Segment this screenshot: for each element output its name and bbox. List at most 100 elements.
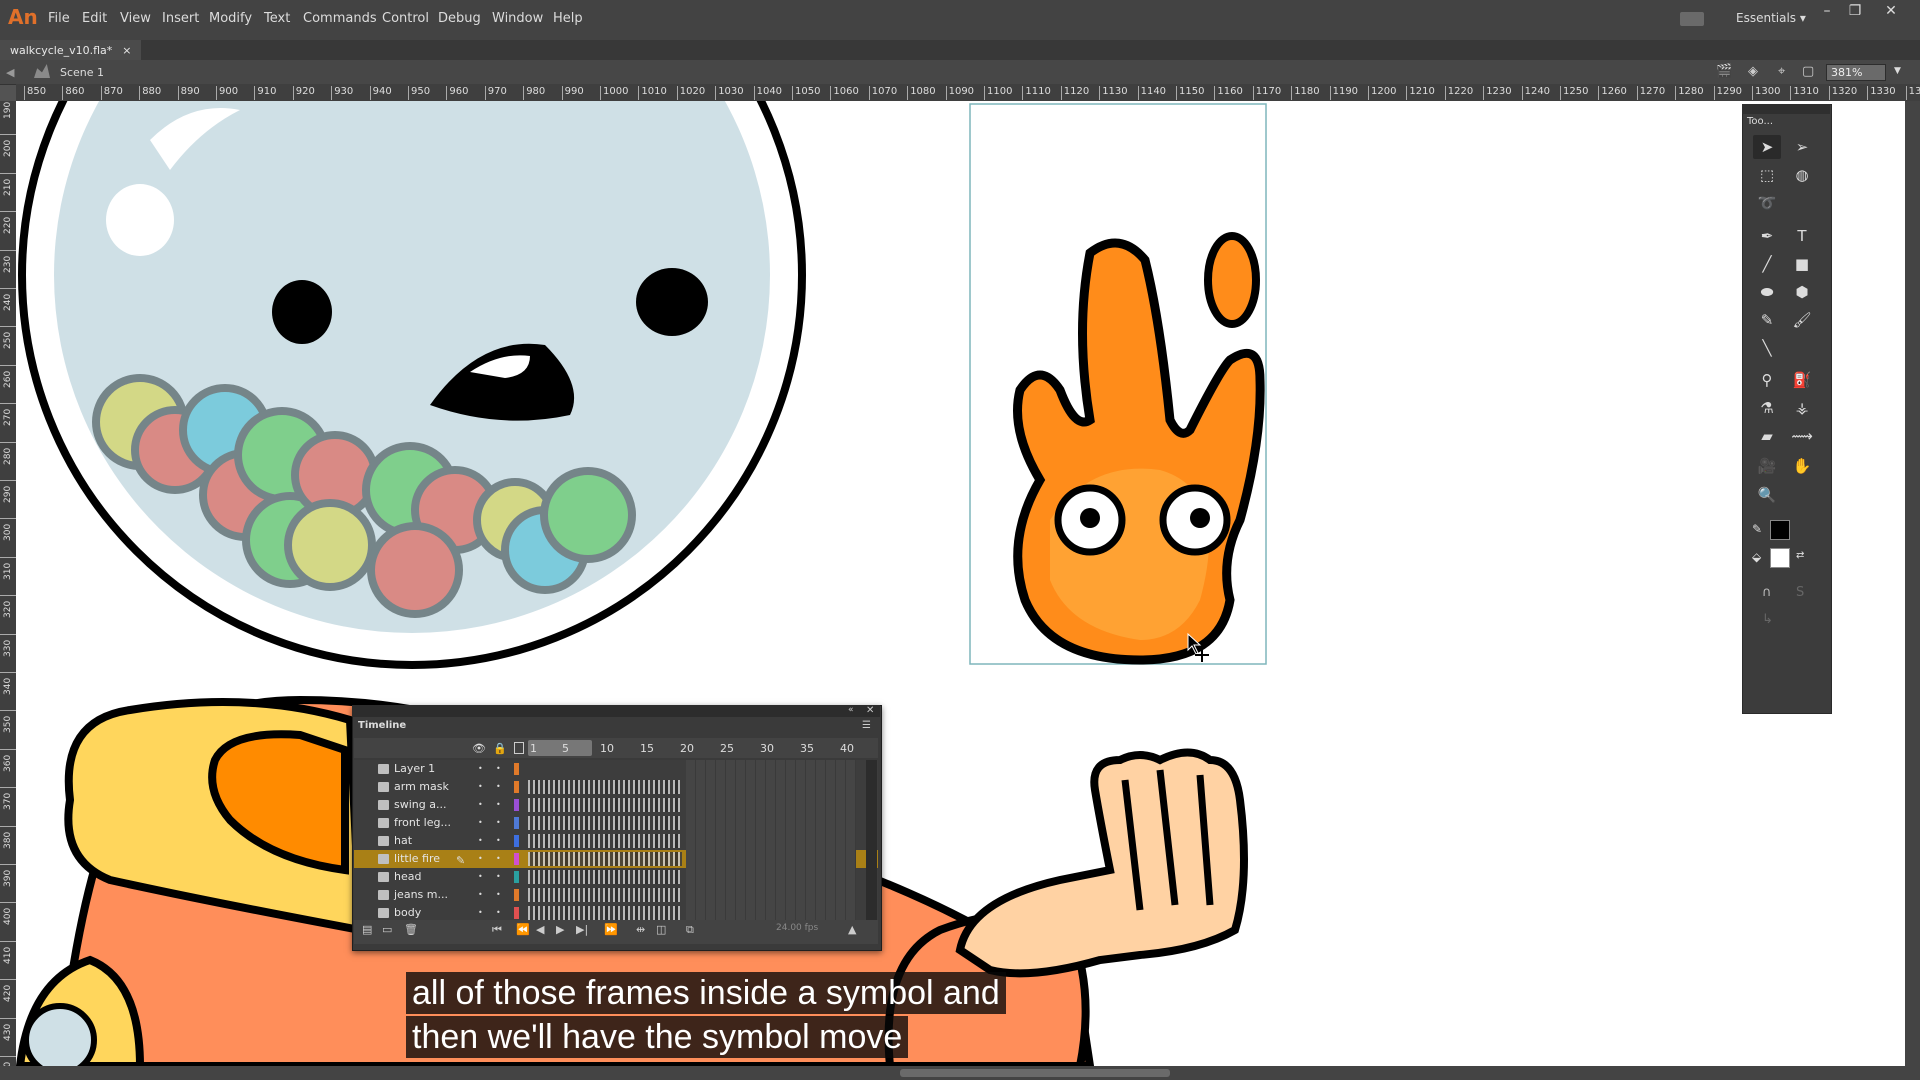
center-stage-icon[interactable]: ⌖ bbox=[1778, 64, 1785, 79]
smooth-icon[interactable]: S bbox=[1796, 585, 1804, 600]
hand-tool-icon[interactable]: ✋ bbox=[1788, 454, 1816, 478]
menu-item-insert[interactable]: Insert bbox=[162, 11, 199, 26]
layer-visibility-toggle[interactable]: • bbox=[478, 818, 483, 827]
line-tool-icon[interactable]: ╱ bbox=[1753, 252, 1781, 276]
camera-tool-icon[interactable]: 🎥 bbox=[1753, 454, 1781, 478]
snap-to-objects-icon[interactable]: ∩ bbox=[1762, 585, 1772, 600]
keyframe-strip[interactable] bbox=[528, 870, 682, 884]
collapse-panel-icon[interactable]: « bbox=[848, 705, 854, 715]
layer-outline-color[interactable] bbox=[514, 835, 519, 847]
timeline-layer-row[interactable]: front leg... • • bbox=[354, 814, 878, 833]
timeline-layer-row[interactable]: hat • • bbox=[354, 832, 878, 851]
layer-visibility-toggle[interactable]: • bbox=[478, 890, 483, 899]
layer-name[interactable]: body bbox=[394, 906, 421, 919]
empty-frame-cells[interactable] bbox=[686, 850, 856, 868]
stage-canvas[interactable] bbox=[16, 101, 1905, 1066]
last-frame-icon[interactable]: ⏩ bbox=[604, 923, 618, 936]
timeline-layer-row[interactable]: arm mask • • bbox=[354, 778, 878, 797]
keyframe-strip[interactable] bbox=[528, 834, 682, 848]
rectangle-tool-icon[interactable]: ■ bbox=[1788, 252, 1816, 276]
layer-name[interactable]: jeans m... bbox=[394, 888, 448, 901]
keyframe-strip[interactable] bbox=[528, 852, 682, 866]
menu-item-control[interactable]: Control bbox=[382, 11, 429, 26]
workspace-layout-icon[interactable] bbox=[1680, 12, 1704, 26]
step-forward-icon[interactable]: ▶| bbox=[576, 923, 588, 936]
edit-symbols-icon[interactable]: ◈ bbox=[1748, 64, 1758, 79]
play-icon[interactable]: ▶ bbox=[556, 923, 564, 936]
playhead[interactable] bbox=[528, 740, 592, 756]
vertical-scrollbar[interactable] bbox=[1905, 101, 1920, 1066]
layer-visibility-toggle[interactable]: • bbox=[478, 782, 483, 791]
timeline-titlebar[interactable] bbox=[352, 705, 880, 717]
layer-outline-color[interactable] bbox=[514, 871, 519, 883]
polystar-tool-icon[interactable]: ⬢ bbox=[1788, 280, 1816, 304]
keyframe-strip[interactable] bbox=[528, 798, 682, 812]
fill-color-swatch[interactable] bbox=[1770, 548, 1790, 568]
bone-tool-icon[interactable]: ⚲ bbox=[1753, 368, 1781, 392]
straighten-icon[interactable]: ↳ bbox=[1762, 612, 1773, 627]
restore-button[interactable]: ❐ bbox=[1842, 3, 1868, 19]
tools-panel-titlebar[interactable] bbox=[1742, 104, 1830, 114]
layer-lock-toggle[interactable]: • bbox=[496, 908, 501, 917]
oval-tool-icon[interactable]: ⬬ bbox=[1753, 280, 1781, 304]
empty-frame-cells[interactable] bbox=[686, 760, 856, 778]
layer-outline-color[interactable] bbox=[514, 799, 519, 811]
layer-name[interactable]: little fire bbox=[394, 852, 440, 865]
layer-lock-toggle[interactable]: • bbox=[496, 836, 501, 845]
menu-item-modify[interactable]: Modify bbox=[209, 11, 252, 26]
layer-outline-color[interactable] bbox=[514, 907, 519, 919]
zoom-tool-icon[interactable]: 🔍 bbox=[1753, 483, 1781, 507]
clip-content-icon[interactable]: ▢ bbox=[1802, 64, 1814, 79]
layer-lock-toggle[interactable]: • bbox=[496, 800, 501, 809]
first-frame-icon[interactable]: ⏪ bbox=[516, 923, 530, 936]
layer-name[interactable]: Layer 1 bbox=[394, 762, 435, 775]
eye-icon[interactable]: 👁 bbox=[472, 742, 486, 755]
layer-lock-toggle[interactable]: • bbox=[496, 890, 501, 899]
layer-lock-toggle[interactable]: • bbox=[496, 854, 501, 863]
edit-scene-icon[interactable]: 🎬 bbox=[1716, 64, 1732, 79]
document-tab[interactable]: walkcycle_v10.fla* × bbox=[0, 40, 142, 60]
menu-item-text[interactable]: Text bbox=[264, 11, 290, 26]
timeline-layer-row[interactable]: jeans m... • • bbox=[354, 886, 878, 905]
horizontal-scroll-thumb[interactable] bbox=[900, 1069, 1170, 1077]
panel-menu-icon[interactable]: ☰ bbox=[862, 720, 871, 731]
workspace-switcher[interactable]: Essentials ▾ bbox=[1736, 11, 1806, 25]
layer-outline-color[interactable] bbox=[514, 763, 519, 775]
ink-bottle-tool-icon[interactable]: ⚗ bbox=[1753, 396, 1781, 420]
timeline-zoom-icon[interactable]: ▲ bbox=[848, 923, 856, 936]
close-window-button[interactable]: ✕ bbox=[1878, 3, 1904, 19]
3d-rotation-tool-icon[interactable]: ◍ bbox=[1788, 163, 1816, 187]
stroke-color-swatch[interactable] bbox=[1770, 520, 1790, 540]
document-tab-close-icon[interactable]: × bbox=[122, 44, 131, 57]
swap-colors-icon[interactable]: ⇄ bbox=[1796, 550, 1804, 561]
layer-lock-toggle[interactable]: • bbox=[496, 872, 501, 881]
layer-visibility-toggle[interactable]: • bbox=[478, 836, 483, 845]
eyedropper-tool-icon[interactable]: ⚶ bbox=[1788, 396, 1816, 420]
menu-item-help[interactable]: Help bbox=[553, 11, 583, 26]
brush-tool-icon[interactable]: ╲ bbox=[1753, 336, 1781, 360]
menu-item-edit[interactable]: Edit bbox=[82, 11, 107, 26]
layer-lock-toggle[interactable]: • bbox=[496, 818, 501, 827]
pen-tool-icon[interactable]: ✒ bbox=[1753, 224, 1781, 248]
width-tool-icon[interactable]: ⟿ bbox=[1788, 424, 1816, 448]
layer-name[interactable]: swing a... bbox=[394, 798, 446, 811]
lasso-tool-icon[interactable]: ➰ bbox=[1753, 191, 1781, 215]
pencil-tool-icon[interactable]: ✎ bbox=[1753, 308, 1781, 332]
empty-frame-cells[interactable] bbox=[686, 868, 856, 886]
paint-brush-tool-icon[interactable]: 🖌 bbox=[1788, 308, 1816, 332]
layer-name[interactable]: arm mask bbox=[394, 780, 449, 793]
keyframe-strip[interactable] bbox=[528, 906, 682, 920]
zoom-level-select[interactable]: 381% bbox=[1826, 64, 1886, 81]
layer-outline-color[interactable] bbox=[514, 889, 519, 901]
empty-frame-cells[interactable] bbox=[686, 796, 856, 814]
keyframe-strip[interactable] bbox=[528, 888, 682, 902]
step-back-icon[interactable]: ◀ bbox=[536, 923, 544, 936]
chevron-down-icon[interactable]: ▼ bbox=[1894, 66, 1901, 76]
layer-visibility-toggle[interactable]: • bbox=[478, 764, 483, 773]
menu-item-commands[interactable]: Commands bbox=[303, 11, 377, 26]
fps-readout[interactable]: 24.00 fps bbox=[776, 923, 818, 933]
timeline-layer-row[interactable]: little fire • • ✎ bbox=[354, 850, 878, 869]
new-layer-icon[interactable]: ▤ bbox=[362, 923, 372, 936]
new-folder-icon[interactable]: ▭ bbox=[382, 923, 392, 936]
layer-lock-toggle[interactable]: • bbox=[496, 764, 501, 773]
